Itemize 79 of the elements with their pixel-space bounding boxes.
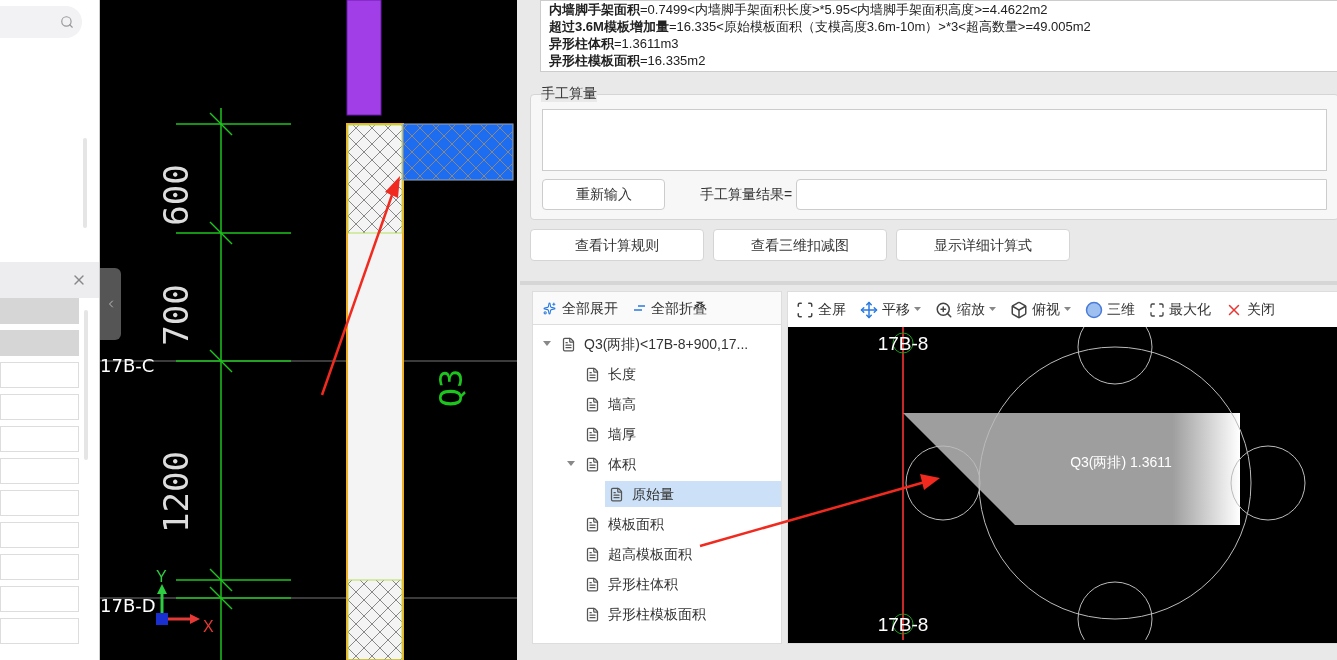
- document-icon: [585, 546, 600, 562]
- caret-down-icon: [914, 307, 921, 312]
- axis-gizmo: [156, 584, 200, 625]
- axis-letter: Y: [156, 568, 167, 585]
- document-icon: [585, 576, 600, 592]
- list-row[interactable]: [0, 618, 79, 644]
- document-icon: [585, 606, 600, 622]
- tree-item[interactable]: 原始量: [605, 481, 781, 507]
- list-row[interactable]: [0, 298, 79, 324]
- search-field[interactable]: [0, 6, 82, 38]
- list-row[interactable]: [0, 554, 79, 580]
- manual-input[interactable]: [542, 109, 1327, 171]
- toolbar-button[interactable]: 缩放: [935, 299, 996, 320]
- tree-item[interactable]: 超高模板面积: [581, 541, 704, 567]
- collapse-all-button[interactable]: 全部折叠: [634, 297, 707, 319]
- list-row[interactable]: [0, 362, 79, 388]
- tree-item[interactable]: Q3(两排)<17B-8+900,17...: [557, 331, 761, 357]
- cube-icon: [1010, 300, 1028, 319]
- caret-down-icon: [989, 307, 996, 312]
- list-row[interactable]: [0, 522, 79, 548]
- axis-letter: X: [203, 618, 214, 635]
- caret-down-icon: [1064, 307, 1071, 312]
- collapse-tab[interactable]: [100, 268, 121, 340]
- wall-label: Q3: [432, 368, 470, 408]
- tree-item[interactable]: 墙高: [581, 391, 648, 417]
- document-icon: [609, 486, 624, 502]
- document-icon: [561, 336, 576, 352]
- toolbar-button[interactable]: 关闭: [1225, 299, 1275, 320]
- list-row[interactable]: [0, 426, 79, 452]
- search-icon: [60, 15, 74, 29]
- toolbar-button[interactable]: 俯视: [1010, 299, 1071, 320]
- document-icon: [585, 456, 600, 472]
- collapse-icon: [634, 305, 645, 311]
- formula-line: 异形柱体积=1.3611m3: [549, 35, 680, 52]
- tree-item[interactable]: 长度: [581, 361, 648, 387]
- list-row[interactable]: [0, 330, 79, 356]
- action-button[interactable]: 显示详细计算式: [896, 229, 1070, 261]
- element-label: Q3(两排) 1.3611: [1070, 454, 1172, 470]
- formula-line: 超过3.6M模板增加量=16.335<原始模板面积（支模高度3.6m-10m）>*3<超高数量>=49.005m2: [549, 18, 1092, 35]
- tree-item[interactable]: 异形柱体积: [581, 571, 690, 597]
- list-row[interactable]: [0, 458, 79, 484]
- axis-label: 17B-D: [100, 595, 156, 616]
- list-row[interactable]: [0, 394, 79, 420]
- toolbar-button[interactable]: 全屏: [796, 299, 846, 320]
- result-field[interactable]: [796, 179, 1327, 210]
- cad-canvas[interactable]: 600 700 1200 Q3 17B-C 17B-D X Y: [100, 0, 517, 660]
- tree-item[interactable]: 墙厚: [581, 421, 648, 447]
- axis-label: 17B-C: [100, 355, 155, 376]
- document-icon: [585, 516, 600, 532]
- document-icon: [585, 366, 600, 382]
- tree-item[interactable]: 体积: [581, 451, 648, 477]
- group-title: 手工算量: [541, 84, 597, 102]
- dimension-text: 600: [156, 164, 196, 226]
- document-icon: [585, 426, 600, 442]
- toolbar-button[interactable]: 最大化: [1149, 299, 1211, 320]
- toolbar-button[interactable]: 平移: [860, 299, 921, 320]
- tree-item[interactable]: 模板面积: [581, 511, 676, 537]
- list-row[interactable]: [0, 490, 79, 516]
- fullscreen-icon: [796, 300, 814, 319]
- dimension-text: 1200: [156, 451, 196, 533]
- result-label: 手工算量结果=: [700, 185, 793, 204]
- expand-all-button[interactable]: 全部展开: [543, 297, 618, 319]
- list-row[interactable]: [0, 586, 79, 612]
- action-button[interactable]: 查看计算规则: [530, 229, 704, 261]
- zoom-icon: [935, 300, 953, 319]
- tree-item[interactable]: 异形柱模板面积: [581, 601, 718, 627]
- caret-down-icon[interactable]: [567, 461, 575, 467]
- toolbar-button[interactable]: 三维: [1085, 299, 1135, 320]
- action-button[interactable]: 查看三维扣减图: [713, 229, 887, 261]
- reenter-button[interactable]: 重新输入: [542, 179, 665, 210]
- formula-line: 内墙脚手架面积=0.7499<内墙脚手架面积长度>*5.95<内墙脚手架面积高度>=4.4622m2: [549, 1, 1049, 18]
- caret-down-icon[interactable]: [543, 341, 551, 347]
- maximize-icon: [1149, 301, 1165, 318]
- pan-icon: [860, 300, 878, 319]
- sphere-icon: [1085, 300, 1103, 319]
- formula-line: 异形柱模板面积=16.335m2: [549, 52, 707, 69]
- document-icon: [585, 396, 600, 412]
- dimension-text: 700: [156, 284, 196, 346]
- expand-icon: [543, 301, 556, 315]
